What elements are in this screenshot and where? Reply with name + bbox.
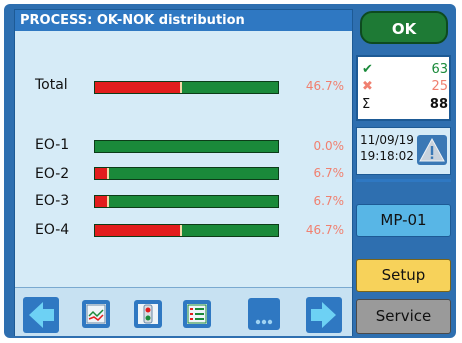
ok-count-row: ✔ 63 xyxy=(362,62,448,77)
check-icon: ✔ xyxy=(362,62,373,77)
nok-count-row: ✖ 25 xyxy=(362,79,448,94)
time-text: 19:18:02 xyxy=(360,149,414,163)
cross-icon: ✖ xyxy=(362,79,373,94)
ok-count: 63 xyxy=(431,62,448,77)
total-count: 88 xyxy=(429,97,448,112)
next-button[interactable] xyxy=(306,297,342,333)
row-label-eo2: EO-2 xyxy=(35,166,70,182)
segment-separator xyxy=(180,82,182,93)
sigma-icon: Σ xyxy=(362,97,371,112)
alarm-button[interactable] xyxy=(417,135,447,165)
setup-button[interactable]: Setup xyxy=(356,259,451,292)
trend-chart-icon xyxy=(86,304,106,324)
nok-segment xyxy=(95,82,180,93)
process-panel: PROCESS: OK-NOK distribution Total 46.7%… xyxy=(14,9,353,336)
traffic-light-icon xyxy=(143,304,153,324)
previous-button[interactable] xyxy=(23,297,59,333)
status-view-button[interactable] xyxy=(134,300,162,328)
datetime-box: 11/09/19 19:18:02 xyxy=(356,127,451,175)
divider xyxy=(356,179,451,182)
arrow-left-icon xyxy=(29,302,54,328)
row-label-eo3: EO-3 xyxy=(35,193,70,209)
mp-select-button[interactable]: MP-01 xyxy=(356,204,451,237)
counts-box: ✔ 63 ✖ 25 Σ 88 xyxy=(356,55,451,121)
distribution-bar-eo1 xyxy=(94,140,279,153)
distribution-bar-eo2 xyxy=(94,167,279,180)
ok-status-button[interactable]: OK xyxy=(360,11,448,44)
window-title: PROCESS: OK-NOK distribution xyxy=(15,10,352,31)
segment-separator xyxy=(180,225,182,236)
nok-segment xyxy=(95,168,107,179)
percent-eo1: 0.0% xyxy=(313,139,345,153)
nok-segment xyxy=(95,196,107,207)
segment-separator xyxy=(107,196,109,207)
row-label-eo4: EO-4 xyxy=(35,222,70,238)
warning-icon xyxy=(419,137,445,162)
nok-segment xyxy=(95,225,180,236)
segment-separator xyxy=(107,168,109,179)
total-count-row: Σ 88 xyxy=(362,97,448,112)
percent-eo2: 6.7% xyxy=(313,166,345,180)
more-icon xyxy=(255,319,273,325)
list-view-button[interactable] xyxy=(183,300,211,328)
distribution-bar-eo3 xyxy=(94,195,279,208)
row-label-eo1: EO-1 xyxy=(35,137,70,153)
percent-eo3: 6.7% xyxy=(313,194,345,208)
nok-count: 25 xyxy=(431,79,448,94)
distribution-bar-eo4 xyxy=(94,224,279,237)
trend-view-button[interactable] xyxy=(82,300,110,328)
percent-eo4: 46.7% xyxy=(305,223,344,237)
bottom-toolbar xyxy=(15,287,352,336)
percent-total: 46.7% xyxy=(305,79,344,93)
list-icon xyxy=(187,304,207,324)
more-button[interactable] xyxy=(248,298,280,330)
distribution-bar-total xyxy=(94,81,279,94)
row-label-total: Total xyxy=(35,77,68,93)
date-text: 11/09/19 xyxy=(360,133,414,147)
service-button[interactable]: Service xyxy=(356,299,451,334)
arrow-right-icon xyxy=(311,302,336,328)
